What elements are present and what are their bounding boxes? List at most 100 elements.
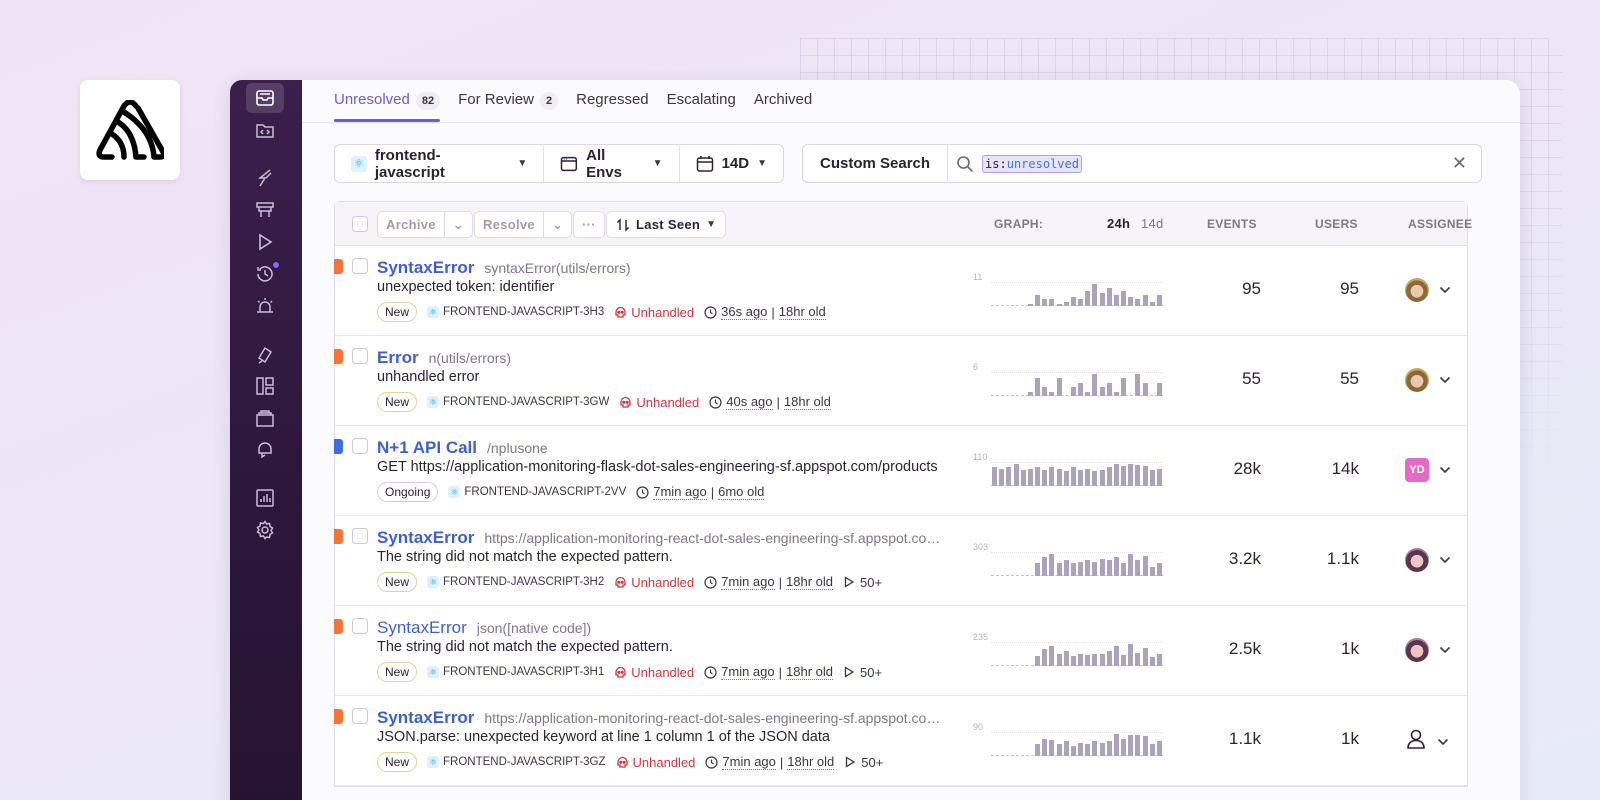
replay-count[interactable]: 50+ bbox=[844, 755, 883, 770]
custom-search-button[interactable]: Custom Search bbox=[803, 145, 949, 182]
chevron-down-icon bbox=[1439, 466, 1451, 474]
assignee-selector[interactable] bbox=[1405, 638, 1451, 662]
users-count[interactable]: 1k bbox=[1285, 639, 1359, 659]
first-seen[interactable]: 18hr old bbox=[786, 664, 833, 680]
users-count[interactable]: 14k bbox=[1285, 459, 1359, 479]
discover-icon[interactable] bbox=[246, 339, 284, 369]
users-count[interactable]: 1k bbox=[1285, 729, 1359, 749]
issues-icon[interactable] bbox=[246, 83, 284, 113]
events-count[interactable]: 3.2k bbox=[1177, 549, 1261, 569]
issue-row[interactable]: SyntaxError https://application-monitori… bbox=[334, 696, 1467, 786]
chevron-down-icon[interactable]: ⌄ bbox=[443, 212, 472, 237]
issue-checkbox[interactable] bbox=[352, 618, 368, 634]
first-seen[interactable]: 18hr old bbox=[786, 574, 833, 590]
short-id[interactable]: ⚛ FRONTEND-JAVASCRIPT-3GZ bbox=[427, 756, 606, 768]
assignee-selector[interactable] bbox=[1405, 368, 1451, 392]
graph-bar bbox=[1106, 288, 1112, 306]
archive-button[interactable]: Archive bbox=[378, 212, 444, 237]
users-count[interactable]: 95 bbox=[1285, 279, 1359, 299]
issue-row[interactable]: N+1 API Call /nplusone GET https://appli… bbox=[334, 426, 1467, 516]
tab-for-review[interactable]: For Review 2 bbox=[458, 80, 559, 122]
settings-icon[interactable] bbox=[246, 515, 284, 545]
first-seen[interactable]: 18hr old bbox=[783, 394, 831, 410]
issue-type-link[interactable]: SyntaxError bbox=[377, 618, 467, 638]
events-count[interactable]: 95 bbox=[1177, 279, 1261, 299]
projects-icon[interactable] bbox=[246, 403, 284, 433]
events-count[interactable]: 28k bbox=[1177, 459, 1261, 479]
graph-bar bbox=[1135, 560, 1141, 576]
date-selector[interactable]: 14D ▼ bbox=[680, 145, 783, 182]
last-seen[interactable]: 40s ago bbox=[726, 394, 773, 410]
first-seen[interactable]: 6mo old bbox=[718, 484, 765, 500]
replay-count[interactable]: 50+ bbox=[843, 665, 882, 680]
crons-icon[interactable] bbox=[246, 259, 284, 289]
releases-icon[interactable] bbox=[246, 195, 284, 225]
replays-icon[interactable] bbox=[246, 227, 284, 257]
age-separator: | bbox=[779, 754, 784, 770]
issue-row[interactable]: Error n(utils/errors) unhandled error Ne… bbox=[334, 336, 1467, 426]
tab-escalating[interactable]: Escalating bbox=[667, 80, 736, 122]
select-all-checkbox[interactable] bbox=[352, 216, 368, 232]
tab-archived[interactable]: Archived bbox=[754, 80, 812, 122]
assignee-selector[interactable] bbox=[1405, 548, 1451, 572]
graph-bar bbox=[1056, 743, 1062, 756]
last-seen[interactable]: 7min ago bbox=[721, 664, 775, 680]
last-seen[interactable]: 7min ago bbox=[722, 754, 776, 770]
users-count[interactable]: 1.1k bbox=[1285, 549, 1359, 569]
performance-icon[interactable] bbox=[246, 163, 284, 193]
issue-row[interactable]: SyntaxError syntaxError(utils/errors) un… bbox=[334, 246, 1467, 336]
alerts-icon[interactable] bbox=[246, 291, 284, 321]
close-icon[interactable]: ✕ bbox=[1452, 153, 1467, 174]
tab-unresolved[interactable]: Unresolved 82 bbox=[334, 80, 441, 122]
stats-icon[interactable] bbox=[246, 483, 284, 513]
issue-row[interactable]: SyntaxError https://application-monitori… bbox=[334, 516, 1467, 606]
issue-checkbox[interactable] bbox=[352, 348, 368, 364]
first-seen[interactable]: 18hr old bbox=[778, 304, 826, 320]
short-id[interactable]: ⚛ FRONTEND-JAVASCRIPT-3H3 bbox=[427, 306, 604, 318]
dashboards-icon[interactable] bbox=[246, 371, 284, 401]
short-id[interactable]: ⚛ FRONTEND-JAVASCRIPT-3GW bbox=[427, 396, 609, 408]
feedback-icon[interactable] bbox=[246, 435, 284, 465]
graph-period-24h[interactable]: 24h bbox=[1107, 216, 1130, 231]
resolve-button[interactable]: Resolve bbox=[475, 212, 543, 237]
graph-period-14d[interactable]: 14d bbox=[1141, 216, 1164, 231]
environment-selector[interactable]: All Envs ▼ bbox=[544, 145, 680, 182]
last-seen[interactable]: 36s ago bbox=[721, 304, 768, 320]
users-count[interactable]: 55 bbox=[1285, 369, 1359, 389]
events-count[interactable]: 1.1k bbox=[1177, 729, 1261, 749]
issue-type-link[interactable]: SyntaxError bbox=[377, 708, 474, 728]
first-seen[interactable]: 18hr old bbox=[787, 754, 835, 770]
assignee-selector[interactable]: YD bbox=[1405, 458, 1451, 482]
graph-bar bbox=[1085, 560, 1091, 576]
sort-button[interactable]: Last Seen ▼ bbox=[606, 211, 727, 238]
issue-type-link[interactable]: SyntaxError bbox=[377, 258, 474, 278]
events-count[interactable]: 2.5k bbox=[1177, 639, 1261, 659]
issue-type-link[interactable]: N+1 API Call bbox=[377, 438, 477, 458]
short-id[interactable]: ⚛ FRONTEND-JAVASCRIPT-3H2 bbox=[427, 576, 604, 588]
issue-checkbox[interactable] bbox=[352, 528, 368, 544]
issue-row[interactable]: SyntaxError json([native code]) The stri… bbox=[334, 606, 1467, 696]
issue-type-link[interactable]: Error bbox=[377, 348, 419, 368]
assignee-selector[interactable] bbox=[1405, 278, 1451, 302]
issue-graph: 90 bbox=[973, 722, 1163, 756]
issue-checkbox[interactable] bbox=[352, 708, 368, 724]
short-id[interactable]: ⚛ FRONTEND-JAVASCRIPT-2VV bbox=[448, 486, 626, 498]
issue-checkbox[interactable] bbox=[352, 258, 368, 274]
assignee-selector[interactable] bbox=[1405, 728, 1449, 755]
search-input[interactable]: is:unresolved bbox=[956, 154, 1452, 173]
replay-count[interactable]: 50+ bbox=[843, 575, 882, 590]
issue-checkbox[interactable] bbox=[352, 438, 368, 454]
project-selector[interactable]: ⚛ frontend-javascript ▼ bbox=[335, 145, 545, 182]
more-actions-button[interactable]: ··· bbox=[573, 211, 605, 238]
chevron-down-icon[interactable]: ⌄ bbox=[542, 212, 571, 237]
search-token[interactable]: is:unresolved bbox=[982, 154, 1082, 173]
graph-max-label: 90 bbox=[973, 722, 984, 732]
graph-bar bbox=[1042, 738, 1048, 756]
short-id[interactable]: ⚛ FRONTEND-JAVASCRIPT-3H1 bbox=[427, 666, 604, 678]
last-seen[interactable]: 7min ago bbox=[721, 574, 775, 590]
code-icon[interactable] bbox=[246, 115, 284, 145]
last-seen[interactable]: 7min ago bbox=[653, 484, 707, 500]
events-count[interactable]: 55 bbox=[1177, 369, 1261, 389]
tab-regressed[interactable]: Regressed bbox=[576, 80, 649, 122]
issue-type-link[interactable]: SyntaxError bbox=[377, 528, 474, 548]
